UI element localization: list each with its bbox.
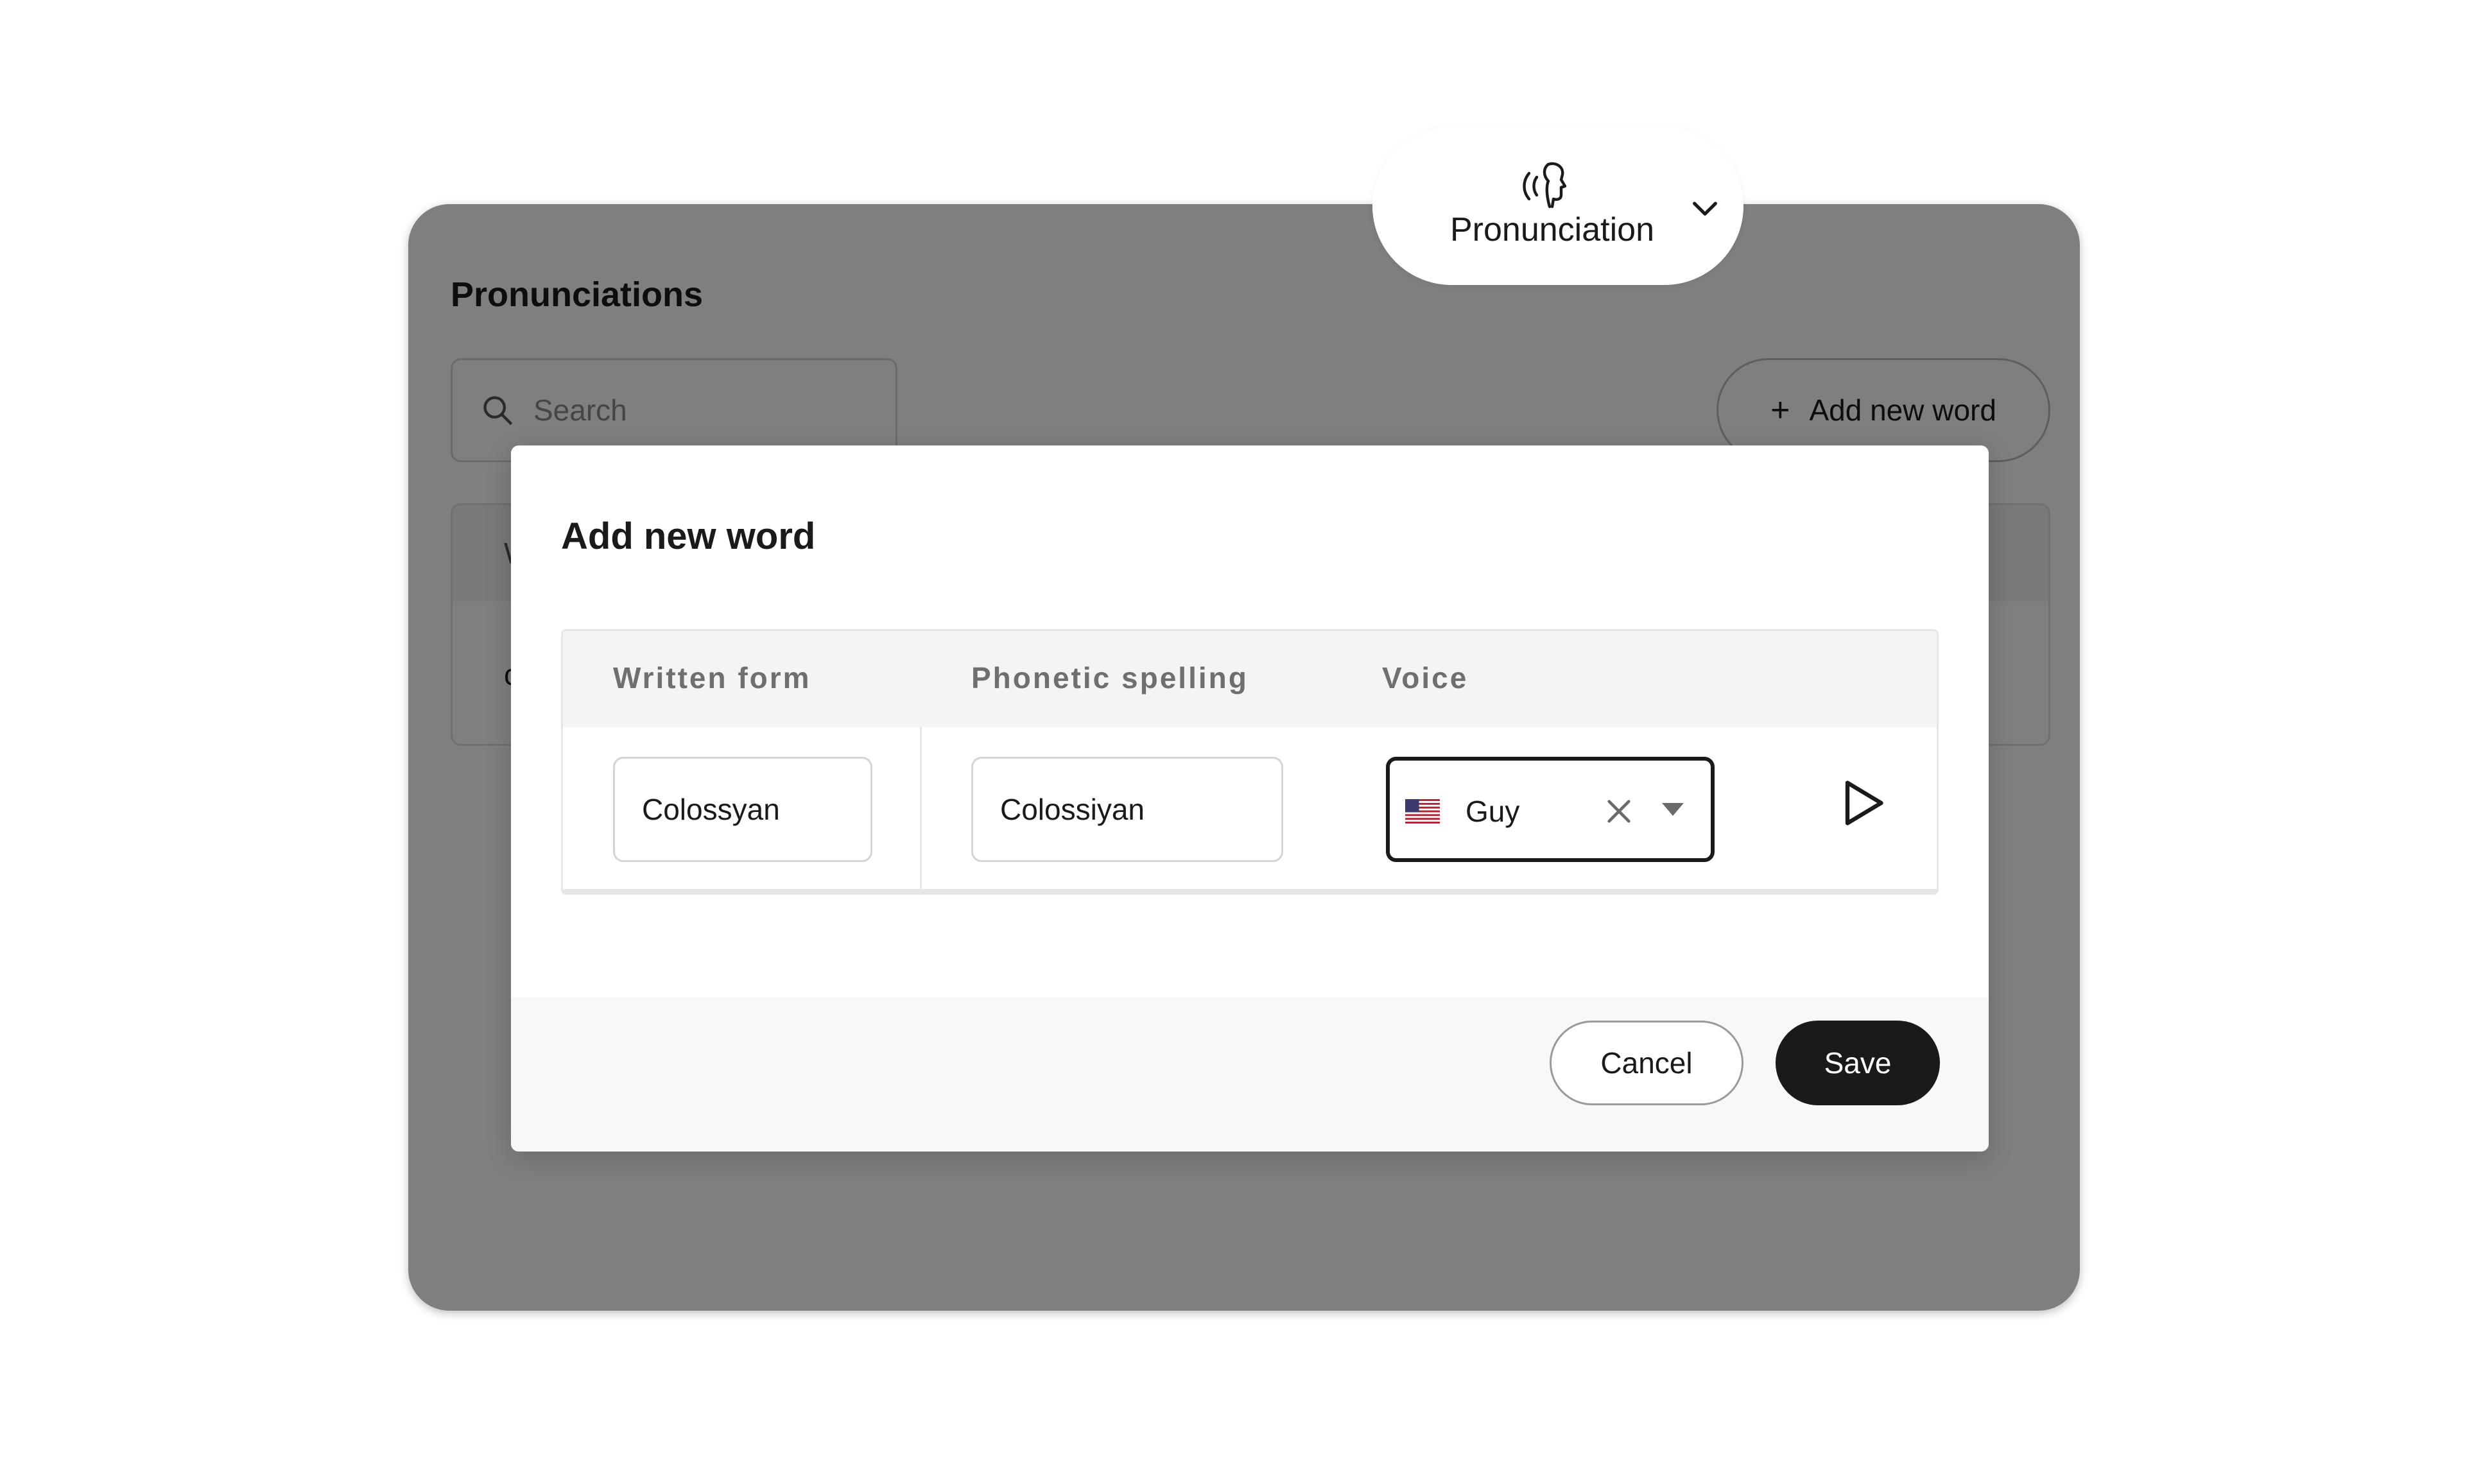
voice-name: Guy [1466, 795, 1520, 828]
save-button[interactable]: Save [1776, 1021, 1940, 1105]
word-table-header: Written form Phonetic spelling Voice [563, 631, 1937, 727]
table-bottom-border [563, 889, 1937, 893]
written-form-value: Colossyan [642, 793, 780, 826]
pronunciation-label: Pronunciation [1450, 211, 1654, 248]
word-entry-table: Written form Phonetic spelling Voice Col… [561, 629, 1939, 895]
caret-down-icon[interactable] [1662, 803, 1684, 816]
cancel-label: Cancel [1600, 1046, 1693, 1080]
cancel-button[interactable]: Cancel [1550, 1021, 1743, 1105]
written-form-input[interactable]: Colossyan [613, 757, 872, 862]
close-icon[interactable] [1604, 797, 1634, 826]
dialog-title: Add new word [561, 515, 816, 557]
column-divider [920, 727, 922, 893]
speaking-head-icon [1523, 162, 1567, 209]
us-flag-icon [1405, 799, 1440, 824]
dialog-footer: Cancel Save [511, 997, 1989, 1152]
column-header-written-form: Written form [613, 661, 811, 695]
column-header-phonetic-spelling: Phonetic spelling [971, 661, 1249, 695]
phonetic-spelling-input[interactable]: Colossiyan [971, 757, 1283, 862]
add-word-dialog: Add new word Written form Phonetic spell… [511, 445, 1989, 1152]
voice-select[interactable]: Guy [1386, 757, 1715, 862]
phonetic-spelling-value: Colossiyan [1000, 793, 1145, 826]
pronunciation-menu-button[interactable]: Pronunciation [1372, 127, 1743, 285]
save-label: Save [1824, 1046, 1892, 1080]
chevron-down-icon [1693, 202, 1717, 216]
play-icon[interactable] [1834, 776, 1888, 830]
column-header-voice: Voice [1382, 661, 1469, 695]
